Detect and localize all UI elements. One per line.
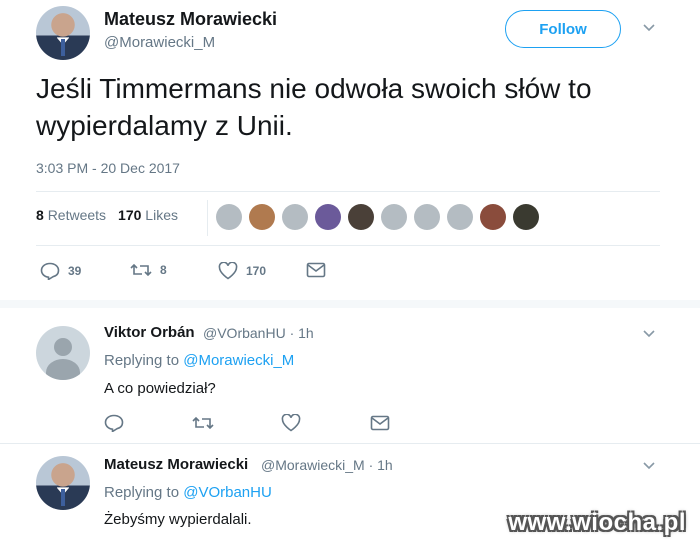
reply-1-text: A co powiedział? bbox=[104, 380, 216, 397]
liker-avatar[interactable] bbox=[216, 204, 242, 230]
liker-avatar[interactable] bbox=[414, 204, 440, 230]
retweet-icon bbox=[130, 263, 152, 277]
tweet-stats: 8 Retweets 170 Likes bbox=[36, 207, 178, 223]
divider bbox=[36, 245, 660, 246]
reply-1-handle-time: @VOrbanHU · 1h bbox=[203, 325, 314, 341]
divider bbox=[207, 200, 208, 236]
chevron-down-icon[interactable] bbox=[643, 330, 655, 342]
liker-avatar[interactable] bbox=[381, 204, 407, 230]
liker-avatar[interactable] bbox=[315, 204, 341, 230]
divider bbox=[0, 300, 700, 308]
follow-button[interactable]: Follow bbox=[505, 10, 621, 48]
liker-avatars bbox=[216, 204, 539, 230]
chevron-down-icon[interactable] bbox=[643, 462, 655, 474]
envelope-icon bbox=[306, 262, 326, 278]
heart-icon bbox=[218, 262, 238, 280]
chevron-down-icon[interactable] bbox=[643, 24, 655, 36]
reply-2-mention-link[interactable]: @VOrbanHU bbox=[183, 484, 272, 501]
reply-2-author-name[interactable]: Mateusz Morawiecki bbox=[104, 456, 248, 473]
reply-2-replying-to: Replying to @VOrbanHU bbox=[104, 484, 272, 501]
reply-1-age[interactable]: · 1h bbox=[290, 325, 314, 341]
reply-1-author-name[interactable]: Viktor Orbán bbox=[104, 324, 195, 341]
like-action[interactable]: 170 bbox=[218, 262, 266, 280]
reply-1-retweet-action[interactable] bbox=[192, 415, 214, 431]
reply-count: 39 bbox=[68, 264, 82, 278]
liker-avatar[interactable] bbox=[348, 204, 374, 230]
tweet-timestamp[interactable]: 3:03 PM - 20 Dec 2017 bbox=[36, 160, 180, 176]
avatar-tie bbox=[61, 489, 65, 506]
reply-2-handle-time: @Morawiecki_M · 1h bbox=[261, 457, 393, 473]
tweet-text: Jeśli Timmermans nie odwoła swoich słów … bbox=[36, 73, 592, 141]
reply-1-like-action[interactable] bbox=[281, 414, 301, 432]
watermark: www.wiocha.pl bbox=[508, 509, 686, 536]
divider bbox=[36, 191, 660, 192]
reply-1-reply-action[interactable] bbox=[104, 414, 124, 432]
reply-1-avatar[interactable] bbox=[36, 326, 90, 380]
author-avatar[interactable] bbox=[36, 6, 90, 60]
avatar-tie bbox=[61, 39, 65, 56]
author-handle[interactable]: @Morawiecki_M bbox=[104, 34, 215, 51]
reply-1-message-action[interactable] bbox=[370, 415, 390, 431]
retweets-stat[interactable]: 8 Retweets bbox=[36, 207, 106, 223]
reply-icon bbox=[104, 414, 124, 432]
author-name[interactable]: Mateusz Morawiecki bbox=[104, 9, 277, 30]
heart-icon bbox=[281, 414, 301, 432]
divider bbox=[0, 443, 700, 444]
envelope-icon bbox=[370, 415, 390, 431]
reply-1-mention-link[interactable]: @Morawiecki_M bbox=[183, 352, 294, 369]
retweet-icon bbox=[192, 416, 214, 430]
reply-2-text: Żebyśmy wypierdalali. bbox=[104, 511, 252, 528]
message-action[interactable] bbox=[306, 262, 326, 278]
liker-avatar[interactable] bbox=[249, 204, 275, 230]
liker-avatar[interactable] bbox=[480, 204, 506, 230]
reply-icon bbox=[40, 262, 60, 280]
likes-stat[interactable]: 170 Likes bbox=[118, 207, 178, 223]
reply-action[interactable]: 39 bbox=[40, 262, 81, 280]
retweet-action[interactable]: 8 bbox=[130, 262, 167, 278]
liker-avatar[interactable] bbox=[513, 204, 539, 230]
reply-2-handle[interactable]: @Morawiecki_M bbox=[261, 457, 365, 473]
reply-2-avatar[interactable] bbox=[36, 456, 90, 510]
reply-1-handle[interactable]: @VOrbanHU bbox=[203, 325, 286, 341]
like-count: 170 bbox=[246, 264, 267, 278]
liker-avatar[interactable] bbox=[282, 204, 308, 230]
retweet-count: 8 bbox=[160, 263, 167, 277]
reply-1-replying-to: Replying to @Morawiecki_M bbox=[104, 352, 295, 369]
liker-avatar[interactable] bbox=[447, 204, 473, 230]
reply-2-age[interactable]: · 1h bbox=[369, 457, 393, 473]
